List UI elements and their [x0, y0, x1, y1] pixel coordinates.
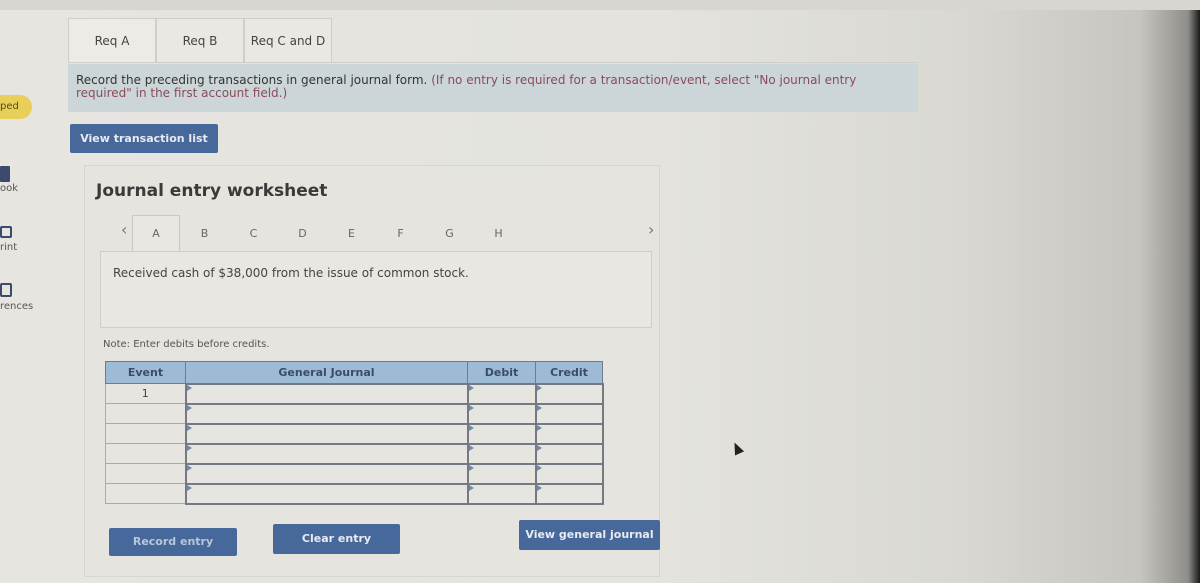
print-icon[interactable]	[0, 226, 12, 238]
debit-field[interactable]	[466, 402, 537, 425]
credit-field[interactable]	[534, 442, 604, 465]
mouse-cursor-icon	[729, 440, 745, 456]
instructions-main: Record the preceding transactions in gen…	[76, 73, 428, 87]
tab-req-b[interactable]: Req B	[156, 18, 244, 62]
record-entry-button[interactable]: Record entry	[109, 528, 237, 556]
view-general-journal-button[interactable]: View general journal	[519, 520, 660, 550]
header-general-journal: General Journal	[185, 361, 468, 384]
account-field[interactable]	[184, 382, 469, 405]
input-marker-icon	[536, 444, 542, 451]
requirement-tabs: Req A Req B Req C and D	[68, 18, 332, 62]
table-row: 1	[105, 382, 604, 405]
input-marker-icon	[468, 444, 474, 451]
event-cell: 1	[105, 383, 186, 404]
transaction-description-text: Received cash of $38,000 from the issue …	[113, 266, 469, 280]
status-badge: ped	[0, 95, 32, 119]
transaction-description: Received cash of $38,000 from the issue …	[100, 251, 652, 328]
input-marker-icon	[468, 484, 474, 491]
input-marker-icon	[536, 404, 542, 411]
chevron-left-icon[interactable]: ‹	[121, 220, 127, 239]
account-field[interactable]	[184, 462, 469, 485]
tab-transaction-e[interactable]: E	[327, 215, 376, 251]
dropdown-marker-icon	[186, 444, 192, 451]
debit-field[interactable]	[466, 382, 537, 405]
credit-field[interactable]	[534, 462, 604, 485]
input-marker-icon	[536, 464, 542, 471]
table-row	[105, 402, 604, 425]
tab-transaction-b[interactable]: B	[180, 215, 229, 251]
dropdown-marker-icon	[186, 424, 192, 431]
tab-transaction-c[interactable]: C	[229, 215, 278, 251]
event-cell	[105, 423, 186, 444]
header-event: Event	[105, 361, 186, 384]
dropdown-marker-icon	[186, 484, 192, 491]
credit-field[interactable]	[534, 402, 604, 425]
debit-field[interactable]	[466, 482, 537, 505]
input-marker-icon	[536, 384, 542, 391]
view-transaction-list-button[interactable]: View transaction list	[70, 124, 218, 153]
dropdown-marker-icon	[186, 384, 192, 391]
credit-field[interactable]	[534, 482, 604, 505]
event-cell	[105, 443, 186, 464]
input-marker-icon	[468, 404, 474, 411]
sidebar-item-references[interactable]: rences	[0, 301, 33, 312]
sidebar: ped ook rint rences	[0, 0, 62, 583]
tab-transaction-g[interactable]: G	[425, 215, 474, 251]
table-row	[105, 482, 604, 505]
debit-field[interactable]	[466, 442, 537, 465]
tab-transaction-f[interactable]: F	[376, 215, 425, 251]
table-row	[105, 422, 604, 445]
journal-table: Event General Journal Debit Credit 1	[105, 361, 604, 505]
input-marker-icon	[468, 424, 474, 431]
debit-field[interactable]	[466, 462, 537, 485]
tab-transaction-h[interactable]: H	[474, 215, 523, 251]
input-marker-icon	[468, 464, 474, 471]
event-cell	[105, 463, 186, 484]
header-debit: Debit	[467, 361, 536, 384]
account-field[interactable]	[184, 482, 469, 505]
account-field[interactable]	[184, 402, 469, 425]
tab-transaction-d[interactable]: D	[278, 215, 327, 251]
chevron-right-icon[interactable]: ›	[648, 220, 654, 239]
worksheet-title: Journal entry worksheet	[96, 181, 328, 201]
references-icon[interactable]	[0, 283, 12, 297]
table-header-row: Event General Journal Debit Credit	[105, 361, 603, 384]
credit-field[interactable]	[534, 422, 604, 445]
header-credit: Credit	[535, 361, 603, 384]
debit-credit-note: Note: Enter debits before credits.	[103, 339, 270, 350]
input-marker-icon	[536, 484, 542, 491]
event-cell	[105, 403, 186, 424]
sidebar-item-ebook[interactable]: ook	[0, 183, 18, 194]
debit-field[interactable]	[466, 422, 537, 445]
tab-transaction-a[interactable]: A	[132, 215, 180, 251]
account-field[interactable]	[184, 442, 469, 465]
table-row	[105, 462, 604, 485]
instructions-banner: Record the preceding transactions in gen…	[68, 64, 918, 112]
transaction-tabs: A B C D E F G H	[132, 215, 523, 251]
tab-req-a[interactable]: Req A	[68, 18, 156, 62]
input-marker-icon	[468, 384, 474, 391]
input-marker-icon	[536, 424, 542, 431]
table-row	[105, 442, 604, 465]
account-field[interactable]	[184, 422, 469, 445]
dropdown-marker-icon	[186, 464, 192, 471]
book-icon[interactable]	[0, 166, 10, 182]
tab-divider	[68, 62, 918, 63]
clear-entry-button[interactable]: Clear entry	[273, 524, 400, 554]
credit-field[interactable]	[534, 382, 604, 405]
tab-req-c-and-d[interactable]: Req C and D	[244, 18, 332, 62]
sidebar-item-print[interactable]: rint	[0, 242, 17, 253]
dropdown-marker-icon	[186, 404, 192, 411]
top-strip	[0, 0, 1200, 10]
event-cell	[105, 483, 186, 504]
